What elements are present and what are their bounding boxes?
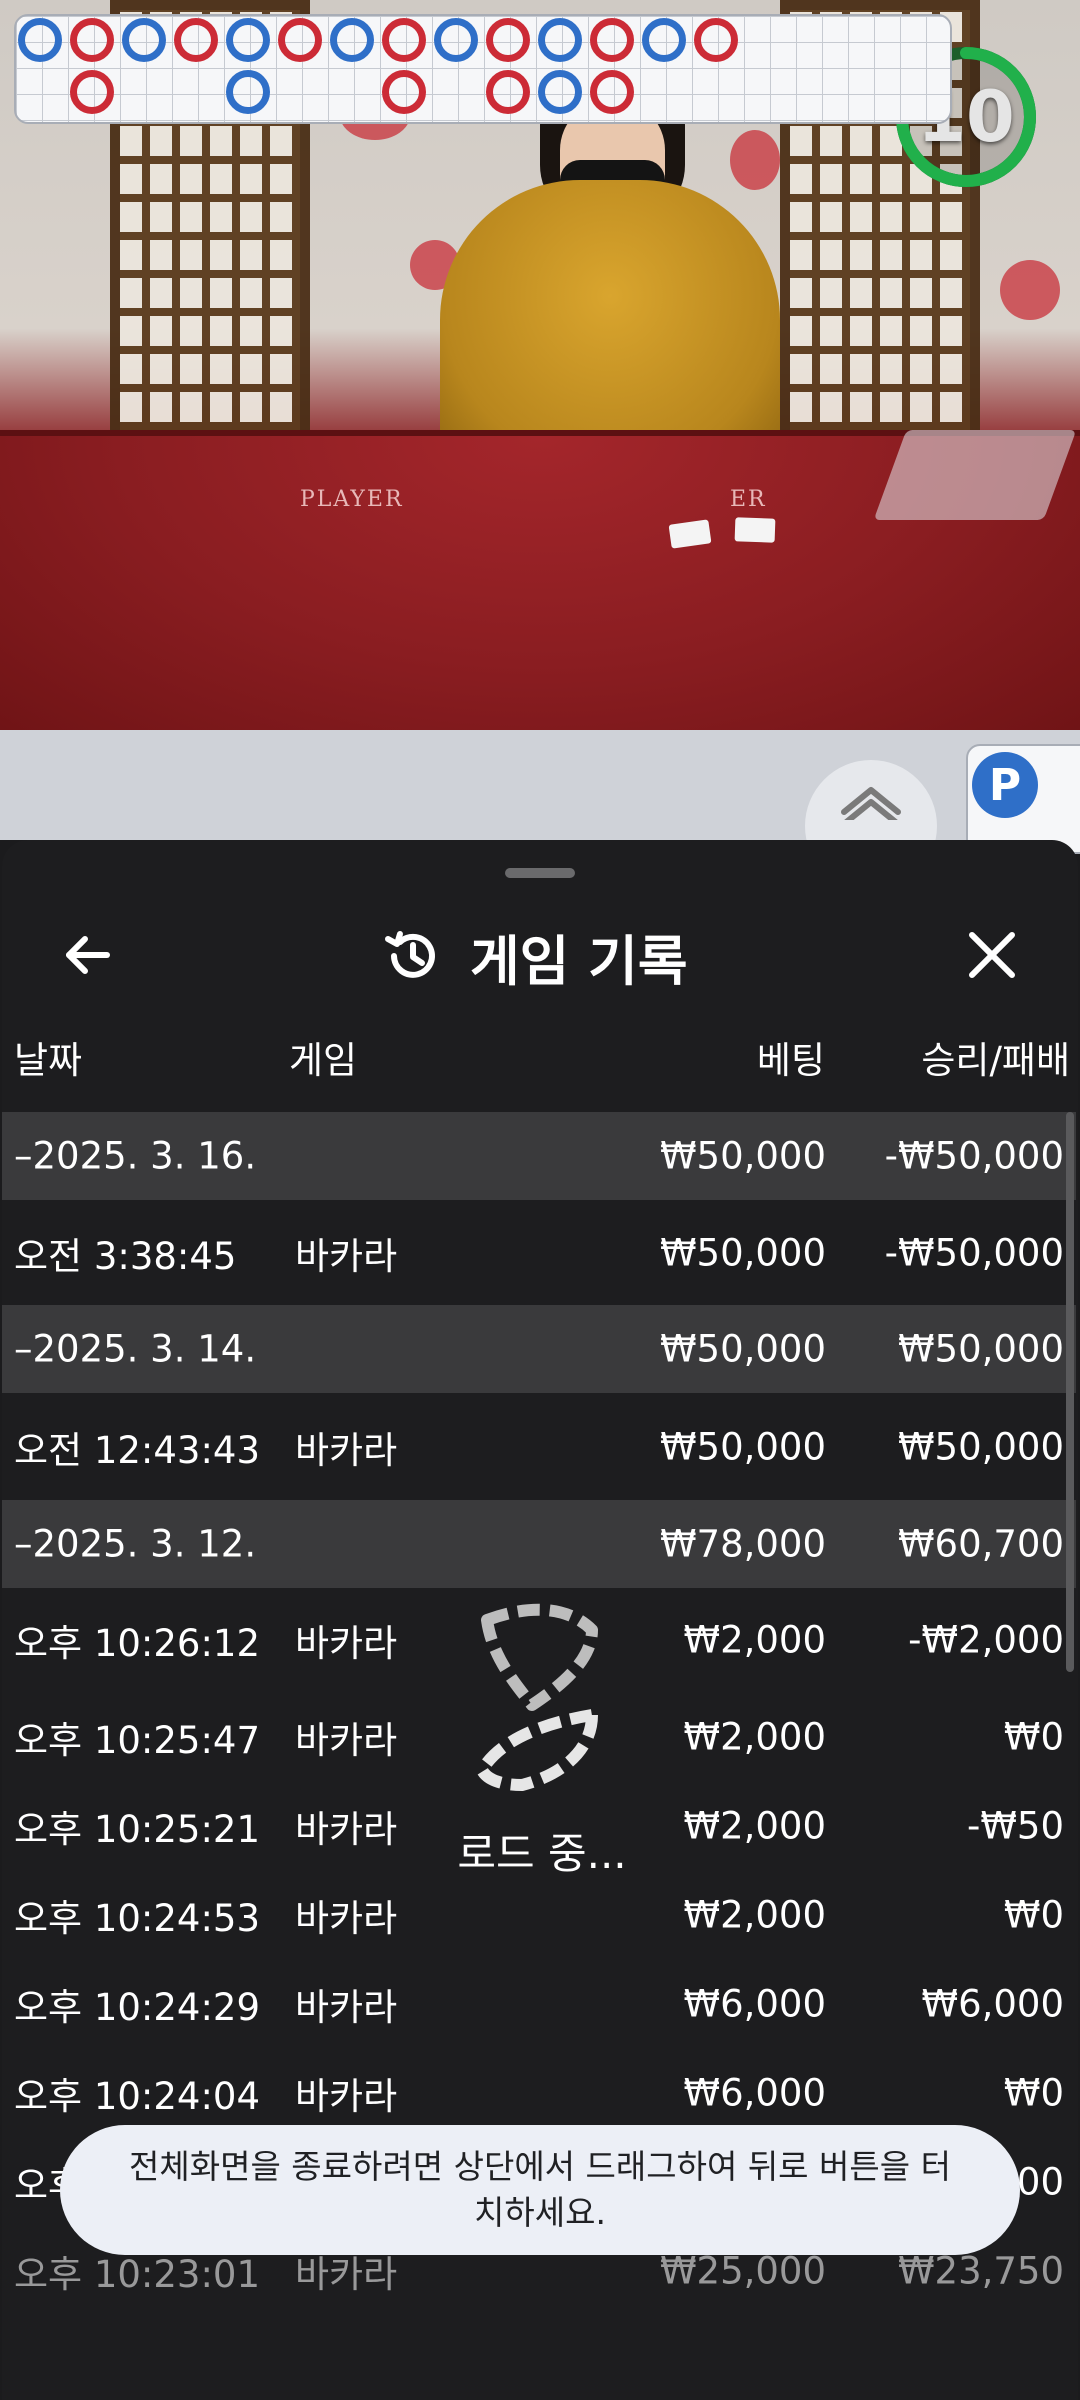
row-time: 오후 10:24:29	[14, 1985, 261, 2029]
history-row[interactable]: 오후 10:24:53 바카라 ₩2,000 ₩0	[2, 1870, 1076, 1959]
sheet-drag-handle[interactable]	[505, 868, 575, 878]
row-game: 바카라	[295, 1896, 398, 1940]
bead-road-marker	[694, 18, 738, 62]
table-label-banker: ER	[730, 487, 767, 512]
bead-road-marker	[434, 18, 478, 62]
row-game: 바카라	[295, 1428, 398, 1472]
row-game: 바카라	[295, 1622, 398, 1665]
row-win-loss: ₩60,700	[897, 1522, 1064, 1566]
row-win-loss: 00	[1016, 2160, 1064, 2203]
row-bet: ₩50,000	[659, 1134, 826, 1178]
row-time: 오후 10:24:04	[14, 2074, 261, 2118]
row-bet: ₩25,000	[659, 2249, 826, 2292]
arrow-left-icon	[66, 936, 110, 974]
date-group-row[interactable]: –2025. 3. 16. ₩50,000 -₩50,000	[2, 1112, 1076, 1200]
row-game: 바카라	[295, 2074, 398, 2118]
row-win-loss: ₩23,750	[897, 2249, 1064, 2292]
bead-road-marker	[642, 18, 686, 62]
bead-road-marker	[538, 70, 582, 114]
row-win-loss: ₩50,000	[897, 1425, 1064, 1468]
row-win-loss: -₩50,000	[884, 1134, 1064, 1178]
row-date: –2025. 3. 16.	[14, 1134, 257, 1178]
fullscreen-exit-toast: 전체화면을 종료하려면 상단에서 드래그하여 뒤로 버튼을 터치하세요.	[60, 2125, 1020, 2255]
bead-road-marker	[590, 70, 634, 114]
history-row[interactable]: 오후 10:24:29 바카라 ₩6,000 ₩6,000	[2, 1959, 1076, 2048]
row-win-loss: ₩50,000	[897, 1327, 1064, 1371]
sheet-title: 게임 기록	[470, 929, 688, 993]
blossom-decoration	[730, 130, 780, 190]
column-header-game: 게임	[289, 1039, 358, 1082]
history-row[interactable]: 오전 3:38:45 바카라 ₩50,000 -₩50,000	[2, 1200, 1076, 1305]
bead-road[interactable]	[14, 14, 952, 124]
row-game: 바카라	[295, 1234, 398, 1278]
row-bet: ₩2,000	[683, 1715, 826, 1758]
row-game: 바카라	[295, 1985, 398, 2029]
row-date: –2025. 3. 12.	[14, 1522, 257, 1566]
bead-road-marker	[486, 18, 530, 62]
row-bet: ₩2,000	[683, 1618, 826, 1662]
back-button[interactable]	[52, 920, 122, 990]
sheet-header: 게임 기록	[2, 890, 1078, 1010]
bead-road-marker	[226, 70, 270, 114]
row-bet: ₩50,000	[659, 1327, 826, 1371]
column-header-bet: 베팅	[756, 1039, 825, 1082]
date-group-row[interactable]: –2025. 3. 12. ₩78,000 ₩60,700	[2, 1500, 1076, 1588]
blossom-decoration	[1000, 260, 1060, 320]
bead-road-marker	[330, 18, 374, 62]
bead-road-marker	[382, 18, 426, 62]
bead-road-marker	[174, 18, 218, 62]
row-time: 오전 3:38:45	[14, 1234, 237, 1278]
bead-road-marker	[590, 18, 634, 62]
loading-text: 로드 중...	[457, 1829, 627, 1878]
bead-road-marker	[382, 70, 426, 114]
row-win-loss: -₩50	[966, 1804, 1064, 1847]
row-time: 오후 10:25:47	[14, 1718, 261, 1762]
chevron-up-icon	[841, 787, 901, 820]
history-scrollbar[interactable]	[1066, 1112, 1074, 1672]
row-win-loss: ₩0	[1003, 1893, 1064, 1936]
row-date: –2025. 3. 14.	[14, 1327, 257, 1371]
row-bet: ₩2,000	[683, 1893, 826, 1936]
row-game: 바카라	[295, 1807, 398, 1851]
row-bet: ₩50,000	[659, 1425, 826, 1468]
bead-road-marker	[538, 18, 582, 62]
row-bet: ₩2,000	[683, 1804, 826, 1847]
bead-road-marker	[70, 18, 114, 62]
row-bet: ₩50,000	[659, 1231, 826, 1274]
table-label-player: PLAYER	[300, 487, 404, 512]
sheet-title-group: 게임 기록	[380, 918, 688, 994]
row-bet: ₩6,000	[683, 2071, 826, 2114]
row-win-loss: -₩50,000	[884, 1231, 1064, 1274]
row-time: 오전 12:43:43	[14, 1428, 261, 1472]
date-group-row[interactable]: –2025. 3. 14. ₩50,000 ₩50,000	[2, 1305, 1076, 1393]
player-prediction-chip[interactable]: P	[972, 752, 1038, 818]
bead-road-marker	[122, 18, 166, 62]
playing-card	[734, 517, 776, 543]
row-time: 오후 10:26:12	[14, 1622, 261, 1665]
row-bet: ₩6,000	[683, 1982, 826, 2025]
row-win-loss: ₩6,000	[921, 1982, 1064, 2025]
row-time: 오후 10:25:21	[14, 1807, 261, 1851]
row-bet: ₩78,000	[659, 1522, 826, 1566]
bead-road-marker	[226, 18, 270, 62]
bead-road-marker	[70, 70, 114, 114]
row-game: 바카라	[295, 1718, 398, 1762]
close-button[interactable]	[957, 920, 1027, 990]
history-row[interactable]: 오전 12:43:43 바카라 ₩50,000 ₩50,000	[2, 1393, 1076, 1500]
row-win-loss: -₩2,000	[908, 1618, 1064, 1662]
close-icon	[969, 932, 1015, 978]
history-icon	[385, 931, 435, 978]
row-win-loss: ₩0	[1003, 1715, 1064, 1758]
bead-road-marker	[18, 18, 62, 62]
bead-road-marker	[486, 70, 530, 114]
column-header-win-loss: 승리/패배	[921, 1039, 1070, 1082]
card-shoe	[873, 430, 1077, 520]
dealer-body	[440, 180, 780, 470]
row-time: 오후 10:24:53	[14, 1896, 261, 1940]
bead-road-marker	[278, 18, 322, 62]
table-header: 날짜 게임 베팅 승리/패배	[2, 1018, 1078, 1088]
row-win-loss: ₩0	[1003, 2071, 1064, 2114]
column-header-date: 날짜	[14, 1039, 83, 1082]
history-row[interactable]: 오후 10:24:04 바카라 ₩6,000 ₩0	[2, 2048, 1076, 2137]
